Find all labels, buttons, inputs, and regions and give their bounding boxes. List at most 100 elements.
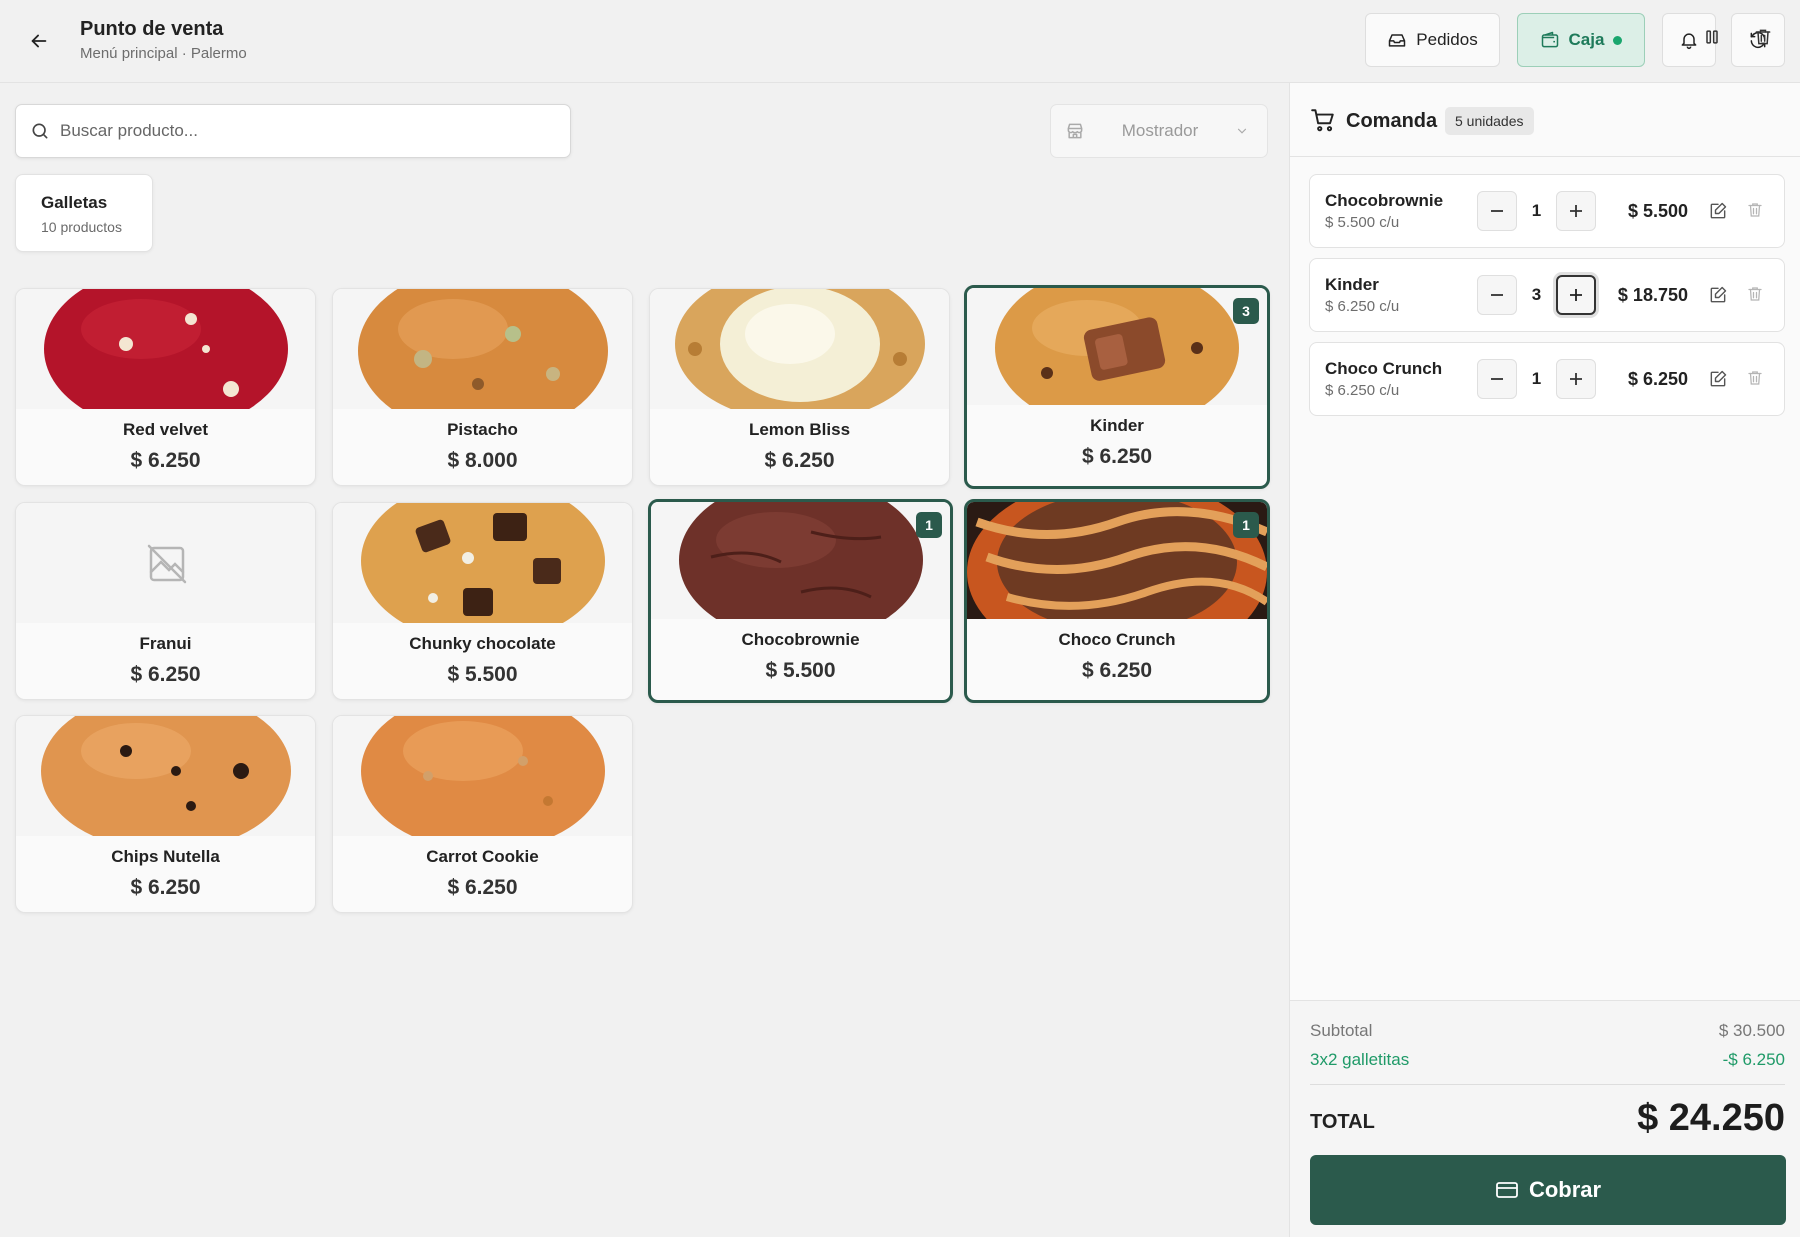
discount-label: 3x2 galletitas: [1310, 1050, 1410, 1069]
chocobrownie-cookie-image: [651, 502, 950, 619]
delete-line-button[interactable]: [1746, 285, 1764, 308]
increase-quantity-button[interactable]: [1556, 359, 1596, 399]
product-price: $ 6.250: [764, 449, 835, 472]
product-card-kinder[interactable]: 3 Kinder $ 6.250: [964, 285, 1270, 489]
minus-icon: [1491, 294, 1503, 296]
product-name: Chocobrownie: [741, 630, 860, 649]
hold-order-button[interactable]: [1697, 22, 1727, 52]
line-total: $ 6.250: [1627, 369, 1688, 389]
category-count: 10 productos: [41, 219, 122, 235]
product-card-franui[interactable]: Franui $ 6.250: [15, 502, 316, 700]
product-price: $ 8.000: [447, 449, 518, 472]
product-name: Pistacho: [447, 420, 518, 439]
pistachio-cookie-image: [333, 289, 632, 409]
product-price: $ 6.250: [130, 876, 201, 899]
arrow-left-icon: [31, 34, 47, 48]
product-name: Red velvet: [122, 420, 209, 439]
product-card-carrot-cookie[interactable]: Carrot Cookie $ 6.250: [332, 715, 633, 913]
decrease-quantity-button[interactable]: [1477, 191, 1517, 231]
cart-icon: [1311, 109, 1334, 132]
wallet-icon: [1541, 31, 1558, 48]
back-button[interactable]: [22, 24, 56, 58]
pause-icon: [1706, 30, 1718, 44]
chips-cookie-image: [16, 716, 315, 836]
carrot-cookie-image: [333, 716, 632, 836]
caja-label: Caja: [1568, 30, 1605, 49]
product-name: Choco Crunch: [1058, 630, 1176, 649]
edit-note-icon: [1710, 202, 1727, 219]
edit-line-button[interactable]: [1708, 201, 1728, 226]
trash-icon: [1748, 287, 1762, 301]
product-name: Lemon Bliss: [748, 420, 851, 439]
plus-icon: [1570, 205, 1582, 217]
edit-line-button[interactable]: [1708, 285, 1728, 310]
product-card-red-velvet[interactable]: Red velvet $ 6.250: [15, 288, 316, 486]
order-title: Comanda: [1346, 110, 1438, 132]
product-name: Chunky chocolate: [409, 634, 556, 653]
order-line: Choco Crunch $ 6.250 c/u 1 $ 6.250: [1309, 342, 1785, 416]
quantity-badge: 1: [916, 512, 942, 538]
order-summary: Subtotal $ 30.500 3x2 galletitas -$ 6.25…: [1290, 1000, 1800, 1237]
status-dot: [1613, 35, 1623, 45]
decrease-quantity-button[interactable]: [1477, 275, 1517, 315]
line-name: Choco Crunch: [1325, 359, 1443, 378]
edit-note-icon: [1710, 286, 1727, 303]
discount-value: -$ 6.250: [1722, 1050, 1785, 1069]
red-velvet-cookie-image: [16, 289, 315, 409]
chunky-chocolate-cookie-image: [333, 503, 632, 623]
no-image-icon: [147, 544, 187, 584]
product-card-choco-crunch[interactable]: 1 Choco Crunch $ 6.250: [964, 499, 1270, 703]
product-card-lemon-bliss[interactable]: Lemon Bliss $ 6.250: [649, 288, 950, 486]
edit-line-button[interactable]: [1708, 369, 1728, 394]
clear-order-button[interactable]: [1748, 22, 1778, 52]
line-total: $ 18.750: [1617, 285, 1688, 305]
line-quantity: 1: [1531, 369, 1542, 388]
product-card-chocobrownie[interactable]: 1 Chocobrownie $ 5.500: [648, 499, 953, 703]
line-unit-price: $ 5.500 c/u: [1325, 214, 1400, 231]
store-icon: [1067, 123, 1083, 139]
delete-line-button[interactable]: [1746, 201, 1764, 224]
title-block: Punto de venta Menú principal · Palermo: [80, 18, 247, 62]
product-card-pistacho[interactable]: Pistacho $ 8.000: [332, 288, 633, 486]
increase-quantity-button[interactable]: [1556, 191, 1596, 231]
units-badge: 5 unidades: [1445, 107, 1534, 135]
increase-quantity-button[interactable]: [1556, 275, 1596, 315]
bell-icon: [1681, 33, 1697, 50]
minus-icon: [1491, 378, 1503, 380]
location-select[interactable]: Mostrador: [1050, 104, 1268, 158]
checkout-button[interactable]: Cobrar: [1310, 1155, 1786, 1225]
line-name: Kinder: [1325, 275, 1379, 294]
order-header: Comanda 5 unidades: [1290, 83, 1800, 157]
order-panel: Comanda 5 unidades Subtotal $ 30.500 3x2…: [1289, 83, 1800, 1237]
kinder-cookie-image: [967, 288, 1267, 405]
product-card-chips-nutella[interactable]: Chips Nutella $ 6.250: [15, 715, 316, 913]
product-name: Franui: [139, 634, 192, 653]
location-label: Mostrador: [1121, 121, 1199, 140]
page-subtitle: Menú principal · Palermo: [80, 45, 247, 62]
minus-icon: [1491, 210, 1503, 212]
category-galletas[interactable]: Galletas 10 productos: [15, 174, 153, 252]
category-name: Galletas: [41, 193, 108, 212]
product-card-chunky-chocolate[interactable]: Chunky chocolate $ 5.500: [332, 502, 633, 700]
credit-card-icon: [1496, 1182, 1518, 1198]
line-unit-price: $ 6.250 c/u: [1325, 298, 1400, 315]
total-value: $ 24.250: [1637, 1097, 1785, 1139]
top-bar: Punto de venta Menú principal · Palermo …: [0, 0, 1800, 83]
product-price: $ 5.500: [447, 663, 518, 686]
order-line: Kinder $ 6.250 c/u 3 $ 18.750: [1309, 258, 1785, 332]
inbox-icon: [1389, 34, 1406, 47]
pedidos-button[interactable]: Pedidos: [1365, 13, 1500, 67]
total-row: TOTAL $ 24.250: [1310, 1097, 1785, 1140]
subtotal-label: Subtotal: [1310, 1021, 1373, 1040]
decrease-quantity-button[interactable]: [1477, 359, 1517, 399]
caramel-crunch-cookie-image: [967, 502, 1267, 619]
delete-line-button[interactable]: [1746, 369, 1764, 392]
pedidos-label: Pedidos: [1416, 30, 1478, 49]
caja-button[interactable]: Caja: [1517, 13, 1645, 67]
search-input[interactable]: [60, 121, 540, 141]
search-box[interactable]: [15, 104, 571, 158]
summary-divider: [1310, 1084, 1785, 1085]
line-quantity: 1: [1531, 201, 1542, 220]
product-price: $ 6.250: [1081, 659, 1153, 682]
search-icon: [32, 123, 48, 139]
